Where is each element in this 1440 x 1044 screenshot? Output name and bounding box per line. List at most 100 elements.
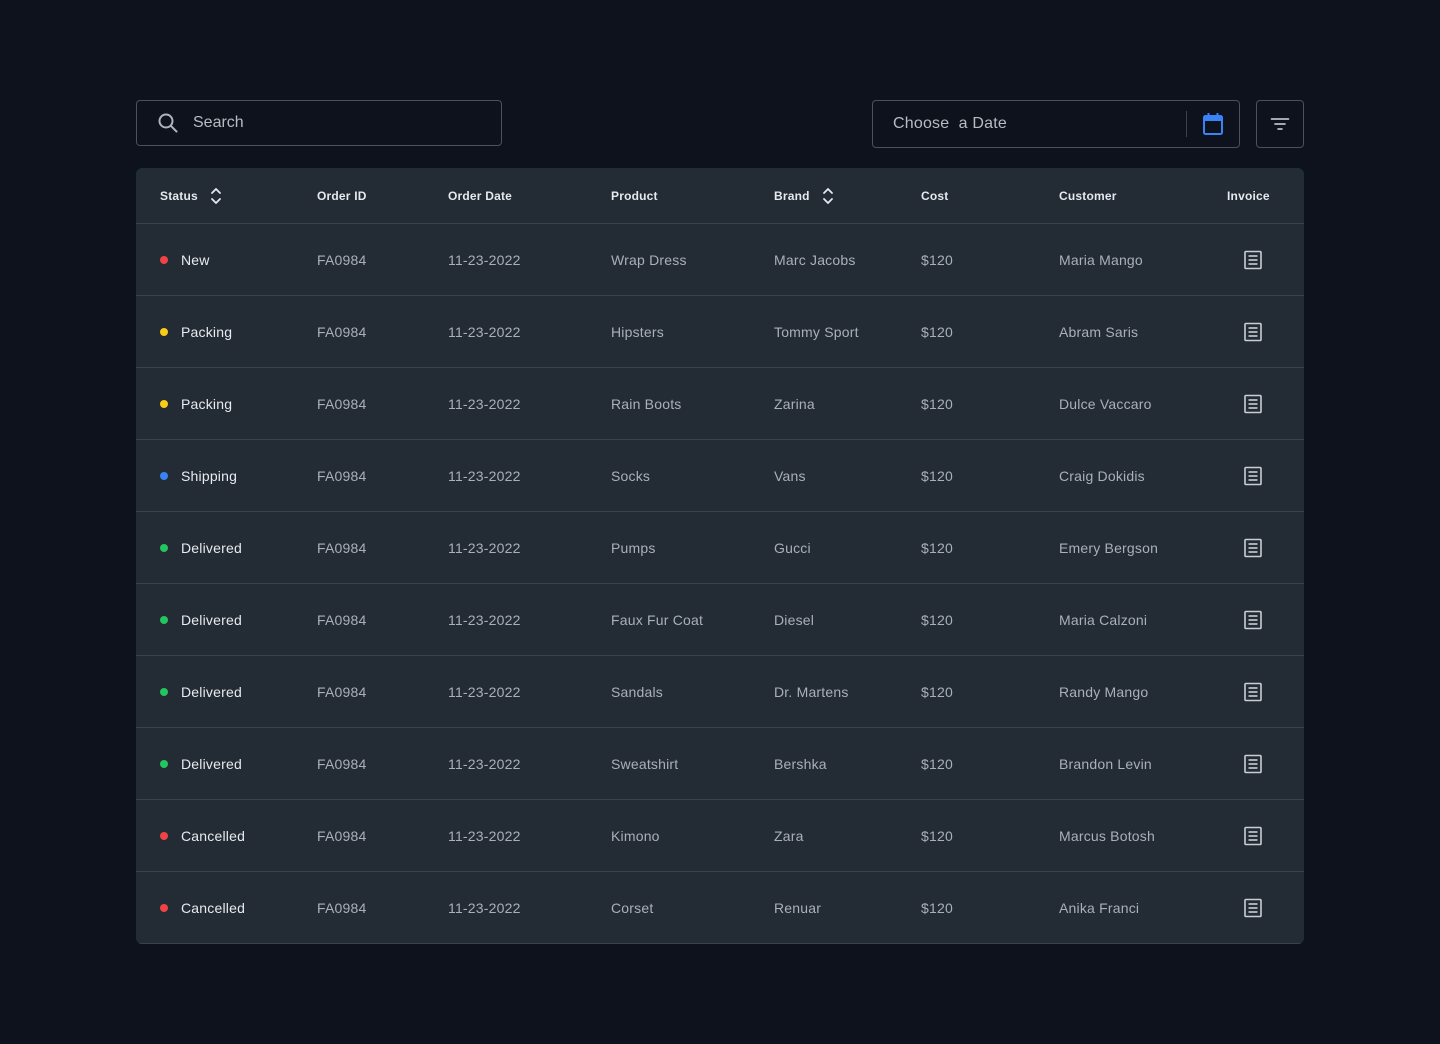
invoice-icon[interactable] xyxy=(1242,872,1264,943)
sort-icon[interactable] xyxy=(210,187,222,205)
status-cell: Delivered xyxy=(160,656,242,727)
search-box[interactable] xyxy=(136,100,502,146)
header-brand-label: Brand xyxy=(774,188,810,203)
order-id-cell: FA0984 xyxy=(317,683,367,700)
order-id-cell: FA0984 xyxy=(317,611,367,628)
invoice-icon[interactable] xyxy=(1242,224,1264,295)
status-cell: Cancelled xyxy=(160,872,245,943)
order-date-cell: 11-23-2022 xyxy=(448,467,521,484)
table-row[interactable]: Cancelled FA0984 11-23-2022 Kimono Zara $120 M… xyxy=(136,800,1304,872)
header-customer: Customer xyxy=(1059,188,1117,203)
product-cell: Hipsters xyxy=(611,323,664,340)
table-row[interactable]: Cancelled FA0984 11-23-2022 Corset Renuar $12… xyxy=(136,872,1304,944)
customer-cell: Abram Saris xyxy=(1059,323,1139,340)
order-date-cell: 11-23-2022 xyxy=(448,251,521,268)
header-status[interactable]: Status xyxy=(160,168,222,223)
table-row[interactable]: Delivered FA0984 11-23-2022 Sweatshirt Bersh… xyxy=(136,728,1304,800)
filter-button[interactable] xyxy=(1256,100,1304,148)
invoice-icon[interactable] xyxy=(1242,656,1264,727)
table-header: Status Order ID Order Date Product Brand… xyxy=(136,168,1304,224)
order-id-cell: FA0984 xyxy=(317,251,367,268)
header-status-label: Status xyxy=(160,188,198,203)
status-dot xyxy=(160,471,168,480)
status-cell: Packing xyxy=(160,296,232,367)
table-row[interactable]: Delivered FA0984 11-23-2022 Pumps Gucci $120 E… xyxy=(136,512,1304,584)
table-row[interactable]: Packing FA0984 11-23-2022 Hipsters Tommy Spo… xyxy=(136,296,1304,368)
order-id-cell: FA0984 xyxy=(317,755,367,772)
table-row[interactable]: Shipping FA0984 11-23-2022 Socks Vans $120 Cra… xyxy=(136,440,1304,512)
table-body: New FA0984 11-23-2022 Wrap Dress Marc Jacobs… xyxy=(136,224,1304,944)
status-label: Packing xyxy=(181,323,233,340)
status-cell: New xyxy=(160,224,210,295)
invoice-icon[interactable] xyxy=(1242,440,1264,511)
filter-icon xyxy=(1270,117,1290,131)
status-label: Delivered xyxy=(181,611,242,628)
invoice-icon[interactable] xyxy=(1242,512,1264,583)
invoice-icon[interactable] xyxy=(1242,800,1264,871)
status-cell: Delivered xyxy=(160,728,242,799)
invoice-icon[interactable] xyxy=(1242,296,1264,367)
customer-cell: Dulce Vaccaro xyxy=(1059,395,1152,412)
cost-cell: $120 xyxy=(921,611,953,628)
cost-cell: $120 xyxy=(921,395,953,412)
customer-cell: Maria Calzoni xyxy=(1059,611,1148,628)
table-row[interactable]: Delivered FA0984 11-23-2022 Faux Fur Coat Di… xyxy=(136,584,1304,656)
header-brand[interactable]: Brand xyxy=(774,168,834,223)
cost-cell: $120 xyxy=(921,539,953,556)
order-date-cell: 11-23-2022 xyxy=(448,683,521,700)
status-label: Cancelled xyxy=(181,899,246,916)
order-id-cell: FA0984 xyxy=(317,827,367,844)
order-id-cell: FA0984 xyxy=(317,899,367,916)
customer-cell: Brandon Levin xyxy=(1059,755,1152,772)
search-input[interactable] xyxy=(193,114,473,132)
header-invoice: Invoice xyxy=(1227,188,1270,203)
customer-cell: Craig Dokidis xyxy=(1059,467,1145,484)
brand-cell: Zarina xyxy=(774,395,815,412)
cost-cell: $120 xyxy=(921,323,953,340)
order-date-cell: 11-23-2022 xyxy=(448,899,521,916)
brand-cell: Gucci xyxy=(774,539,811,556)
order-date-cell: 11-23-2022 xyxy=(448,755,521,772)
sort-icon[interactable] xyxy=(822,187,834,205)
status-label: Cancelled xyxy=(181,827,246,844)
table-row[interactable]: Delivered FA0984 11-23-2022 Sandals Dr. Mart… xyxy=(136,656,1304,728)
brand-cell: Vans xyxy=(774,467,806,484)
status-dot xyxy=(160,759,168,768)
header-order-id: Order ID xyxy=(317,188,367,203)
cost-cell: $120 xyxy=(921,251,953,268)
order-date-cell: 11-23-2022 xyxy=(448,323,521,340)
table-row[interactable]: New FA0984 11-23-2022 Wrap Dress Marc Jacobs… xyxy=(136,224,1304,296)
date-picker[interactable]: Choose a Date xyxy=(872,100,1240,148)
customer-cell: Maria Mango xyxy=(1059,251,1143,268)
product-cell: Socks xyxy=(611,467,651,484)
header-product: Product xyxy=(611,188,658,203)
calendar-icon[interactable] xyxy=(1187,101,1239,147)
product-cell: Corset xyxy=(611,899,654,916)
brand-cell: Dr. Martens xyxy=(774,683,849,700)
order-id-cell: FA0984 xyxy=(317,467,367,484)
invoice-icon[interactable] xyxy=(1242,728,1264,799)
product-cell: Wrap Dress xyxy=(611,251,687,268)
brand-cell: Marc Jacobs xyxy=(774,251,856,268)
status-cell: Packing xyxy=(160,368,232,439)
invoice-icon[interactable] xyxy=(1242,368,1264,439)
order-id-cell: FA0984 xyxy=(317,323,367,340)
status-label: Delivered xyxy=(181,539,242,556)
status-label: Delivered xyxy=(181,755,242,772)
brand-cell: Diesel xyxy=(774,611,815,628)
status-dot xyxy=(160,903,168,912)
status-cell: Shipping xyxy=(160,440,237,511)
product-cell: Sweatshirt xyxy=(611,755,679,772)
table-row[interactable]: Packing FA0984 11-23-2022 Rain Boots Zarina $… xyxy=(136,368,1304,440)
product-cell: Kimono xyxy=(611,827,660,844)
order-id-cell: FA0984 xyxy=(317,539,367,556)
invoice-icon[interactable] xyxy=(1242,584,1264,655)
status-label: Shipping xyxy=(181,467,238,484)
status-label: Delivered xyxy=(181,683,242,700)
date-picker-label: Choose a Date xyxy=(893,115,1007,132)
status-dot xyxy=(160,543,168,552)
brand-cell: Zara xyxy=(774,827,804,844)
status-dot xyxy=(160,831,168,840)
brand-cell: Renuar xyxy=(774,899,822,916)
header-order-date: Order Date xyxy=(448,188,513,203)
